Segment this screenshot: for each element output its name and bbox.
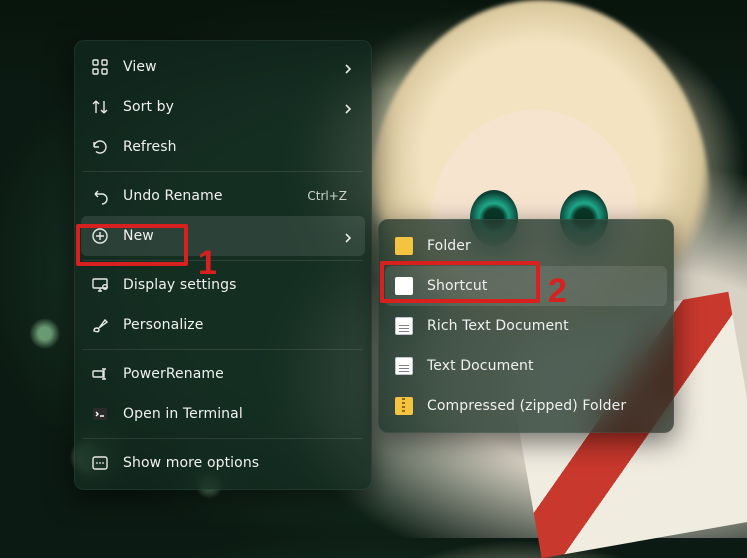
submenu-label: Shortcut <box>427 278 655 294</box>
submenu-label: Text Document <box>427 358 655 374</box>
chevron-right-icon <box>343 231 353 241</box>
chevron-right-icon <box>343 102 353 112</box>
desktop-context-menu: View Sort by Refresh Undo Rename Ctrl+Z … <box>74 40 372 490</box>
menu-label: PowerRename <box>123 366 353 382</box>
separator <box>83 171 363 172</box>
menu-label: View <box>123 59 329 75</box>
menu-item-powerrename[interactable]: PowerRename <box>81 354 365 394</box>
submenu-label: Compressed (zipped) Folder <box>427 398 655 414</box>
submenu-label: Rich Text Document <box>427 318 655 334</box>
menu-item-personalize[interactable]: Personalize <box>81 305 365 345</box>
chevron-right-icon <box>343 62 353 72</box>
menu-label: Sort by <box>123 99 329 115</box>
terminal-icon <box>91 405 109 423</box>
refresh-icon <box>91 138 109 156</box>
display-icon <box>91 276 109 294</box>
document-icon <box>395 357 413 375</box>
menu-item-view[interactable]: View <box>81 47 365 87</box>
shortcut-icon <box>395 277 413 295</box>
separator <box>83 260 363 261</box>
menu-item-show-more-options[interactable]: Show more options <box>81 443 365 483</box>
submenu-item-text-document[interactable]: Text Document <box>385 346 667 386</box>
menu-label: Refresh <box>123 139 353 155</box>
menu-label: Personalize <box>123 317 353 333</box>
menu-label: Display settings <box>123 277 353 293</box>
menu-item-new[interactable]: New <box>81 216 365 256</box>
grid-icon <box>91 58 109 76</box>
menu-item-undo-rename[interactable]: Undo Rename Ctrl+Z <box>81 176 365 216</box>
powerrename-icon <box>91 365 109 383</box>
folder-icon <box>395 237 413 255</box>
zip-folder-icon <box>395 397 413 415</box>
menu-item-refresh[interactable]: Refresh <box>81 127 365 167</box>
menu-label: New <box>123 228 329 244</box>
plus-circle-icon <box>91 227 109 245</box>
menu-label: Show more options <box>123 455 353 471</box>
submenu-label: Folder <box>427 238 655 254</box>
undo-icon <box>91 187 109 205</box>
menu-label: Undo Rename <box>123 188 293 204</box>
sort-icon <box>91 98 109 116</box>
more-icon <box>91 454 109 472</box>
submenu-item-shortcut[interactable]: Shortcut <box>385 266 667 306</box>
separator <box>83 438 363 439</box>
menu-item-display-settings[interactable]: Display settings <box>81 265 365 305</box>
separator <box>83 349 363 350</box>
menu-shortcut-hint: Ctrl+Z <box>307 189 347 203</box>
menu-item-sort-by[interactable]: Sort by <box>81 87 365 127</box>
submenu-item-folder[interactable]: Folder <box>385 226 667 266</box>
new-submenu: Folder Shortcut Rich Text Document Text … <box>378 219 674 433</box>
document-icon <box>395 317 413 335</box>
brush-icon <box>91 316 109 334</box>
submenu-item-rich-text-document[interactable]: Rich Text Document <box>385 306 667 346</box>
menu-label: Open in Terminal <box>123 406 353 422</box>
menu-item-open-in-terminal[interactable]: Open in Terminal <box>81 394 365 434</box>
submenu-item-compressed-folder[interactable]: Compressed (zipped) Folder <box>385 386 667 426</box>
